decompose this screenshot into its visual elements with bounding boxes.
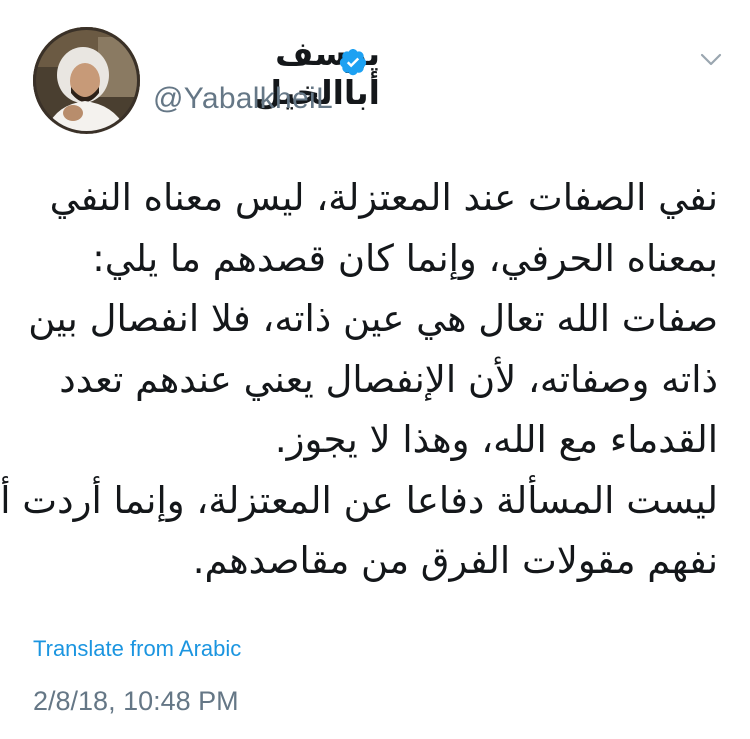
tweet-card: يوسف أباالخيل @YabalkheiL نفي الصفات عند… bbox=[0, 0, 750, 739]
tweet-text-line: ذاته وصفاته، لأن الإنفصال يعني عندهم تعد… bbox=[59, 357, 718, 401]
tweet-text-line: بمعناه الحرفي، وإنما كان قصدهم ما يلي: bbox=[92, 236, 718, 280]
user-handle[interactable]: @YabalkheiL bbox=[153, 82, 333, 116]
tweet-text-line: القدماء مع الله، وهذا لا يجوز. bbox=[274, 418, 718, 461]
translate-link[interactable]: Translate from Arabic bbox=[33, 636, 241, 662]
tweet-text: نفي الصفات عند المعتزلة، ليس معناه النفي… bbox=[0, 168, 718, 592]
tweet-text-line: صفات الله تعال هي عين ذاته، فلا انفصال ب… bbox=[28, 297, 718, 340]
tweet-text-line: نفي الصفات عند المعتزلة، ليس معناه النفي bbox=[49, 176, 718, 219]
avatar-image bbox=[33, 27, 140, 134]
tweet-text-line: نفهم مقولات الفرق من مقاصدهم. bbox=[192, 539, 718, 582]
verified-badge-icon bbox=[339, 48, 367, 76]
avatar[interactable] bbox=[33, 27, 140, 134]
tweet-timestamp[interactable]: 2/8/18, 10:48 PM bbox=[33, 686, 239, 717]
tweet-text-line: ليست المسألة دفاعا عن المعتزلة، وإنما أر… bbox=[0, 478, 718, 522]
chevron-down-icon[interactable] bbox=[700, 52, 722, 68]
